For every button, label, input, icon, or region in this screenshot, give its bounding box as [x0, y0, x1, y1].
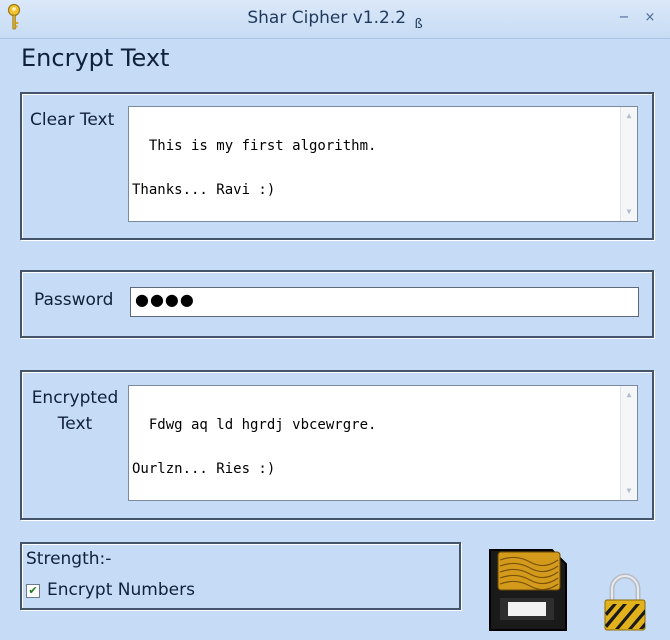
- scroll-up-icon[interactable]: ▲: [621, 388, 637, 402]
- encrypted-text-output[interactable]: Fdwg aq ld hgrdj vbcewrgre. Ourlzn... Ri…: [128, 385, 638, 501]
- page-title: Encrypt Text: [21, 44, 170, 72]
- padlock-icon: [604, 573, 646, 631]
- encrypt-numbers-checkbox[interactable]: ✔: [26, 584, 40, 598]
- password-value: ●●●●: [135, 290, 195, 309]
- scroll-down-icon[interactable]: ▼: [621, 205, 637, 219]
- encrypted-text-label-line2: Text: [57, 414, 93, 434]
- encrypted-text-label-line1: Encrypted: [31, 388, 119, 408]
- minimize-button[interactable]: −: [617, 11, 631, 24]
- encrypted-text-scrollbar[interactable]: ▲ ▼: [620, 386, 637, 500]
- scroll-up-icon[interactable]: ▲: [621, 109, 637, 123]
- beta-mark: ß: [414, 17, 423, 32]
- encrypted-text-label: Encrypted Text: [30, 385, 120, 437]
- strength-label: Strength:-: [26, 549, 112, 569]
- memory-card-icon[interactable]: [486, 546, 568, 634]
- clear-text-input[interactable]: This is my first algorithm. Thanks... Ra…: [128, 106, 638, 222]
- clear-text-value: This is my first algorithm. Thanks... Ra…: [132, 138, 377, 198]
- title-bar: Shar Cipher v1.2.2 ß − ×: [0, 0, 670, 39]
- close-button[interactable]: ×: [643, 11, 657, 24]
- window-title-text: Shar Cipher v1.2.2: [247, 8, 407, 28]
- window-title: Shar Cipher v1.2.2 ß: [0, 8, 670, 32]
- encrypted-text-value: Fdwg aq ld hgrdj vbcewrgre. Ourlzn... Ri…: [132, 417, 377, 477]
- encrypt-numbers-label[interactable]: Encrypt Numbers: [47, 580, 195, 600]
- scroll-down-icon[interactable]: ▼: [621, 484, 637, 498]
- password-label: Password: [34, 290, 114, 310]
- clear-text-label: Clear Text: [30, 110, 115, 130]
- clear-text-scrollbar[interactable]: ▲ ▼: [620, 107, 637, 221]
- password-field[interactable]: ●●●●: [130, 287, 639, 317]
